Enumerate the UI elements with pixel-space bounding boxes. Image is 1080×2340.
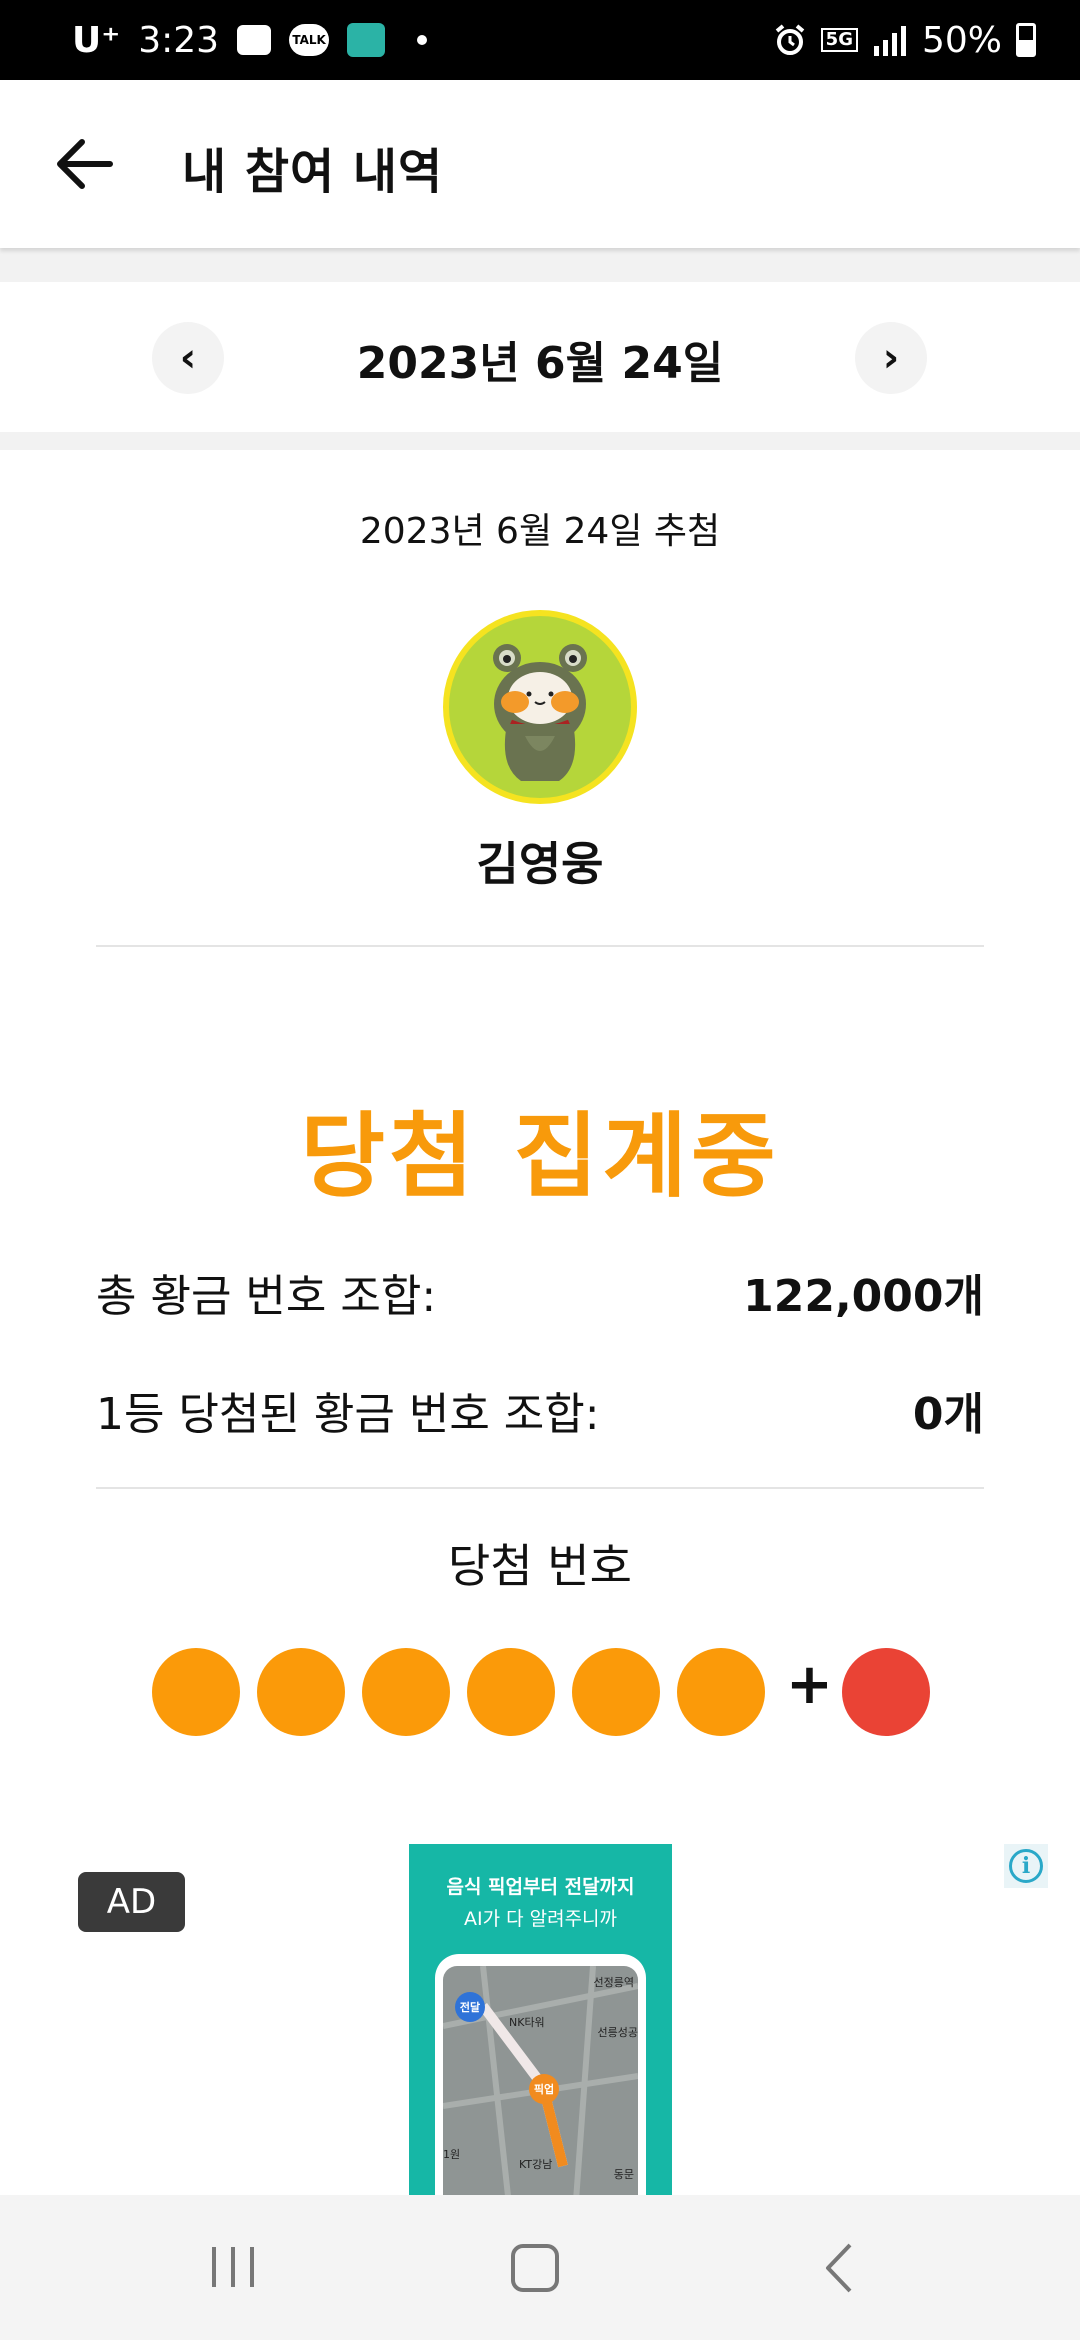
username: 김영웅 — [476, 837, 604, 891]
clock: 3:23 — [138, 19, 220, 61]
home-icon[interactable] — [511, 2244, 559, 2292]
winning-number-ball — [467, 1648, 555, 1736]
bonus-number-ball — [842, 1648, 930, 1736]
avatar — [443, 610, 637, 804]
first-prize-combinations-value: 0개 — [912, 1389, 984, 1440]
ad-headline-2: AI가 다 알려주니까 — [463, 1908, 618, 1930]
gallery-notification-icon — [237, 25, 272, 55]
ad-info-button[interactable]: i — [1004, 1844, 1048, 1888]
system-back-icon[interactable] — [822, 2241, 854, 2295]
frog-hamster-character-icon — [493, 644, 587, 781]
map-label: 선정릉역 — [593, 1976, 634, 1989]
back-arrow-icon[interactable] — [52, 134, 116, 194]
recent-apps-icon[interactable] — [210, 2245, 256, 2289]
map-label: 1원 — [443, 2148, 461, 2161]
app-notification-icon — [347, 23, 386, 57]
pickup-pin: 픽업 — [529, 2074, 559, 2104]
map-label: KT강남 — [519, 2158, 553, 2171]
signal-icon — [873, 26, 906, 56]
battery-icon — [1016, 23, 1036, 57]
battery-percent: 50% — [921, 19, 1002, 61]
winning-number-ball — [572, 1648, 660, 1736]
first-prize-combinations-label: 1등 당첨된 황금 번호 조합: — [96, 1389, 600, 1440]
draw-date-label: 2023년 6월 24일 추첨 — [359, 511, 721, 552]
winning-number-ball — [677, 1648, 765, 1736]
draw-status-title: 당첨 집계중 — [300, 1103, 780, 1210]
map-label: 선릉성공 — [597, 2026, 638, 2039]
kakaotalk-notification-icon: TALK — [289, 24, 330, 56]
winning-number-ball — [257, 1648, 345, 1736]
ad-banner[interactable]: 음식 픽업부터 전달까지 AI가 다 알려주니까 전달 픽업 선정릉역 NK타워… — [409, 1844, 672, 2195]
date-navigator: ‹ 2023년 6월 24일 › — [0, 282, 1080, 432]
carrier-label: U⁺ — [72, 19, 121, 61]
ad-phone-mockup: 전달 픽업 선정릉역 NK타워 선릉성공 KT강남 동문 1원 — [435, 1954, 646, 2195]
winning-number-ball — [152, 1648, 240, 1736]
app-bar: 내 참여 내역 — [0, 80, 1080, 248]
divider — [96, 945, 984, 947]
system-navigation-bar — [0, 2195, 1080, 2340]
status-bar: U⁺ 3:23 TALK 5G 50% — [0, 0, 1080, 80]
ad-headline-1: 음식 픽업부터 전달까지 — [446, 1876, 635, 1898]
info-icon: i — [1009, 1849, 1043, 1883]
winning-number-ball — [362, 1648, 450, 1736]
page-title: 내 참여 내역 — [182, 144, 444, 200]
network-type-badge: 5G — [820, 28, 858, 52]
total-combinations-value: 122,000개 — [743, 1271, 984, 1322]
total-combinations-label: 총 황금 번호 조합: — [96, 1271, 437, 1322]
map-label: 동문 — [613, 2168, 634, 2181]
ad-map-image: 전달 픽업 선정릉역 NK타워 선릉성공 KT강남 동문 1원 — [443, 1966, 638, 2195]
bonus-plus-sign: + — [786, 1652, 833, 1717]
winning-number-balls: + — [0, 1648, 1080, 1738]
deliver-pin: 전달 — [455, 1992, 485, 2022]
more-notifications-dot-icon — [417, 35, 428, 45]
ad-badge: AD — [78, 1872, 185, 1932]
alarm-icon — [775, 24, 804, 55]
map-label: NK타워 — [509, 2016, 545, 2029]
divider — [96, 1487, 984, 1489]
winning-numbers-title: 당첨 번호 — [448, 1539, 632, 1593]
draw-detail-card: 2023년 6월 24일 추첨 김영웅 당첨 집계중 총 황금 번호 조합: 1… — [0, 450, 1080, 2195]
next-date-button[interactable]: › — [855, 322, 927, 394]
